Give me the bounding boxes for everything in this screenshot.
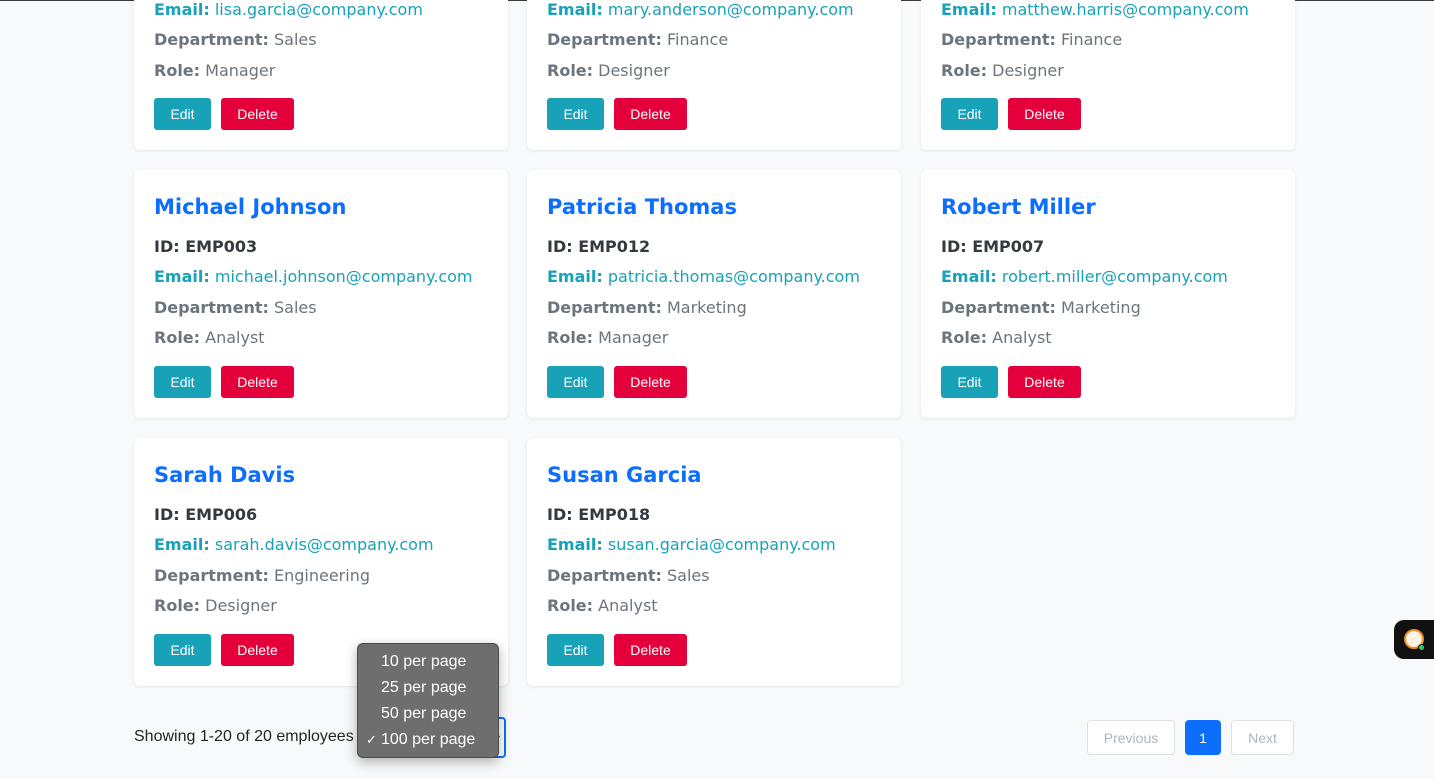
- delete-button[interactable]: Delete: [1008, 98, 1081, 130]
- employee-card: Robert Miller ID: EMP007 Email: robert.m…: [921, 170, 1295, 418]
- role-label: Role:: [154, 61, 201, 80]
- role-label: Role:: [154, 596, 201, 615]
- employee-card: Patricia Thomas ID: EMP012 Email: patric…: [527, 170, 901, 418]
- employee-card: Susan Garcia ID: EMP018 Email: susan.gar…: [527, 438, 901, 686]
- role-value: Analyst: [992, 328, 1052, 347]
- email-label: Email:: [154, 535, 210, 554]
- edit-button[interactable]: Edit: [547, 366, 604, 398]
- email-link[interactable]: sarah.davis@company.com: [215, 535, 434, 554]
- per-page-option[interactable]: 25 per page: [358, 675, 498, 701]
- role-value: Analyst: [598, 596, 658, 615]
- per-page-dropdown: 10 per page 25 per page 50 per page ✓ 100…: [357, 643, 499, 758]
- previous-page-button[interactable]: Previous: [1087, 720, 1175, 755]
- email-link[interactable]: susan.garcia@company.com: [608, 535, 836, 554]
- role-label: Role:: [547, 328, 594, 347]
- per-page-option-selected[interactable]: ✓ 100 per page: [358, 727, 498, 753]
- department-label: Department:: [154, 566, 269, 585]
- email-label: Email:: [547, 0, 603, 19]
- department-label: Department:: [154, 298, 269, 317]
- department-value: Sales: [666, 566, 710, 585]
- email-label: Email:: [547, 267, 603, 286]
- role-label: Role:: [547, 596, 594, 615]
- department-value: Finance: [666, 30, 729, 49]
- email-link[interactable]: michael.johnson@company.com: [215, 267, 473, 286]
- id-label: ID:: [154, 505, 186, 524]
- employee-card: Michael Johnson ID: EMP003 Email: michae…: [134, 170, 508, 418]
- employee-card: Email: mary.anderson@company.com Departm…: [527, 0, 901, 150]
- id-label: ID:: [154, 237, 186, 256]
- department-label: Department:: [547, 30, 662, 49]
- employee-id: EMP003: [185, 237, 258, 256]
- id-label: ID:: [941, 237, 973, 256]
- delete-button[interactable]: Delete: [221, 634, 294, 666]
- role-value: Manager: [205, 61, 276, 80]
- employee-name[interactable]: Susan Garcia: [547, 463, 702, 487]
- edit-button[interactable]: Edit: [941, 366, 998, 398]
- employee-card: Email: lisa.garcia@company.com Departmen…: [134, 0, 508, 150]
- email-label: Email:: [941, 267, 997, 286]
- employee-id: EMP012: [578, 237, 651, 256]
- role-value: Designer: [598, 61, 670, 80]
- employee-id: EMP018: [578, 505, 651, 524]
- email-label: Email:: [154, 267, 210, 286]
- delete-button[interactable]: Delete: [614, 634, 687, 666]
- role-label: Role:: [941, 328, 988, 347]
- role-value: Manager: [598, 328, 669, 347]
- department-label: Department:: [547, 566, 662, 585]
- employee-name[interactable]: Michael Johnson: [154, 195, 346, 219]
- department-value: Engineering: [273, 566, 370, 585]
- role-value: Designer: [205, 596, 277, 615]
- id-label: ID:: [547, 505, 579, 524]
- per-page-option[interactable]: 10 per page: [358, 649, 498, 675]
- employee-card: Email: matthew.harris@company.com Depart…: [921, 0, 1295, 150]
- showing-count: Showing 1-20 of 20 employees: [134, 728, 354, 745]
- department-value: Marketing: [666, 298, 747, 317]
- id-label: ID:: [547, 237, 579, 256]
- online-status-dot: [1418, 644, 1425, 651]
- edit-button[interactable]: Edit: [941, 98, 998, 130]
- email-label: Email:: [154, 0, 210, 19]
- checkmark-icon: ✓: [366, 732, 377, 747]
- delete-button[interactable]: Delete: [221, 366, 294, 398]
- delete-button[interactable]: Delete: [221, 98, 294, 130]
- department-label: Department:: [547, 298, 662, 317]
- department-value: Finance: [1060, 30, 1123, 49]
- employee-name[interactable]: Robert Miller: [941, 195, 1096, 219]
- edit-button[interactable]: Edit: [154, 366, 211, 398]
- per-page-option[interactable]: 50 per page: [358, 701, 498, 727]
- email-link[interactable]: robert.miller@company.com: [1002, 267, 1228, 286]
- edit-button[interactable]: Edit: [547, 98, 604, 130]
- edit-button[interactable]: Edit: [154, 98, 211, 130]
- employee-id: EMP007: [972, 237, 1045, 256]
- department-value: Sales: [273, 298, 317, 317]
- role-value: Designer: [992, 61, 1064, 80]
- chat-assistant-button[interactable]: [1394, 620, 1434, 659]
- role-label: Role:: [547, 61, 594, 80]
- delete-button[interactable]: Delete: [1008, 366, 1081, 398]
- department-value: Marketing: [1060, 298, 1141, 317]
- department-label: Department:: [154, 30, 269, 49]
- email-label: Email:: [941, 0, 997, 19]
- employee-name[interactable]: Sarah Davis: [154, 463, 295, 487]
- edit-button[interactable]: Edit: [547, 634, 604, 666]
- department-label: Department:: [941, 30, 1056, 49]
- role-label: Role:: [154, 328, 201, 347]
- delete-button[interactable]: Delete: [614, 98, 687, 130]
- delete-button[interactable]: Delete: [614, 366, 687, 398]
- next-page-button[interactable]: Next: [1231, 720, 1294, 755]
- employee-name[interactable]: Patricia Thomas: [547, 195, 737, 219]
- page-1-button[interactable]: 1: [1185, 720, 1221, 755]
- email-link[interactable]: lisa.garcia@company.com: [215, 0, 423, 19]
- department-value: Sales: [273, 30, 317, 49]
- employee-id: EMP006: [185, 505, 258, 524]
- email-link[interactable]: patricia.thomas@company.com: [608, 267, 860, 286]
- edit-button[interactable]: Edit: [154, 634, 211, 666]
- email-link[interactable]: matthew.harris@company.com: [1002, 0, 1249, 19]
- email-link[interactable]: mary.anderson@company.com: [608, 0, 854, 19]
- role-label: Role:: [941, 61, 988, 80]
- role-value: Analyst: [205, 328, 265, 347]
- department-label: Department:: [941, 298, 1056, 317]
- email-label: Email:: [547, 535, 603, 554]
